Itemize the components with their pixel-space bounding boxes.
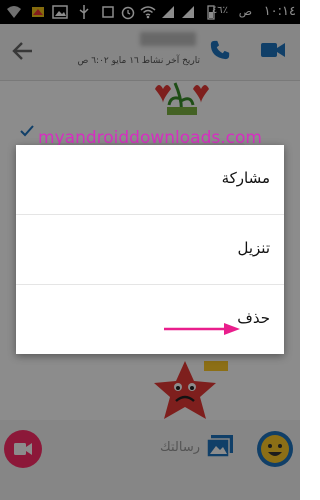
menu-item-label: تنزيل <box>237 239 270 257</box>
menu-item-label: مشاركة <box>221 169 270 187</box>
message-options-dialog: مشاركة تنزيل حذف <box>16 145 284 354</box>
menu-item-share[interactable]: مشاركة <box>16 145 284 215</box>
pointer-arrow-icon <box>164 323 240 335</box>
menu-item-download[interactable]: تنزيل <box>16 215 284 285</box>
menu-item-delete[interactable]: حذف <box>16 285 284 354</box>
menu-item-label: حذف <box>237 309 270 327</box>
